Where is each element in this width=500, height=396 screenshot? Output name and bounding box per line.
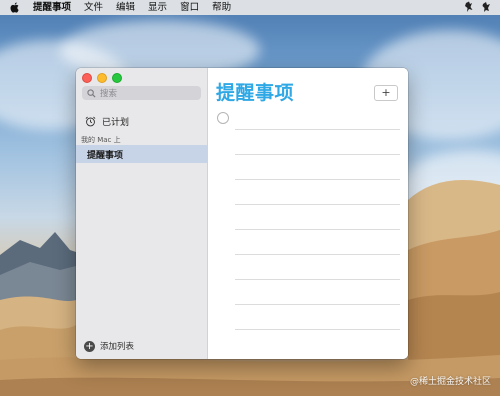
apple-logo-icon[interactable] <box>10 2 20 13</box>
add-list-label: 添加列表 <box>100 342 135 352</box>
add-list-button[interactable]: + 添加列表 <box>84 340 134 352</box>
sidebar-item-reminders-label: 提醒事项 <box>87 151 124 161</box>
reminder-checkbox[interactable] <box>217 112 229 124</box>
section-label-on-my-mac: 我的 Mac 上 <box>81 136 121 144</box>
close-button[interactable] <box>82 73 92 83</box>
sidebar-item-scheduled[interactable]: 已计划 <box>85 115 129 128</box>
search-input[interactable]: 搜索 <box>82 86 201 100</box>
reminder-row[interactable] <box>235 305 400 330</box>
plus-circle-icon: + <box>84 340 95 352</box>
reminder-rows <box>235 105 400 330</box>
reminder-row[interactable] <box>235 155 400 180</box>
sidebar: 搜索 已计划 我的 Mac 上 提醒事项 + 添加列表 <box>76 68 208 359</box>
watermark: @稀土掘金技术社区 <box>409 377 491 387</box>
search-placeholder: 搜索 <box>100 89 118 99</box>
menu-help[interactable]: 帮助 <box>212 0 231 15</box>
reminder-row[interactable] <box>235 255 400 280</box>
reminders-window: 搜索 已计划 我的 Mac 上 提醒事项 + 添加列表 提醒事项 + <box>76 68 408 359</box>
reminder-row[interactable] <box>235 230 400 255</box>
reminder-row[interactable] <box>235 180 400 205</box>
reminders-list-pane: 提醒事项 + <box>208 68 408 359</box>
menu-view[interactable]: 显示 <box>148 0 167 15</box>
alarm-clock-icon <box>85 116 96 127</box>
reminder-row[interactable] <box>235 205 400 230</box>
sidebar-item-reminders[interactable]: 提醒事项 <box>76 145 207 163</box>
page-title: 提醒事项 <box>216 82 295 104</box>
menu-file[interactable]: 文件 <box>84 0 103 15</box>
minimize-button[interactable] <box>97 73 107 83</box>
window-controls <box>82 73 122 83</box>
add-reminder-button[interactable]: + <box>374 85 398 101</box>
menu-window[interactable]: 窗口 <box>180 0 199 15</box>
sidebar-item-scheduled-label: 已计划 <box>102 118 130 128</box>
reminder-row[interactable] <box>235 130 400 155</box>
reminder-row[interactable] <box>235 280 400 305</box>
menubar-extra-icon[interactable] <box>482 1 492 13</box>
menu-app-reminders[interactable]: 提醒事项 <box>33 0 71 15</box>
menubar-status-icon[interactable] <box>464 1 474 13</box>
search-icon <box>87 88 96 98</box>
menu-bar: 提醒事项 文件 编辑 显示 窗口 帮助 <box>0 0 500 15</box>
menu-edit[interactable]: 编辑 <box>116 0 135 15</box>
zoom-button[interactable] <box>112 73 122 83</box>
reminder-row[interactable] <box>235 105 400 130</box>
